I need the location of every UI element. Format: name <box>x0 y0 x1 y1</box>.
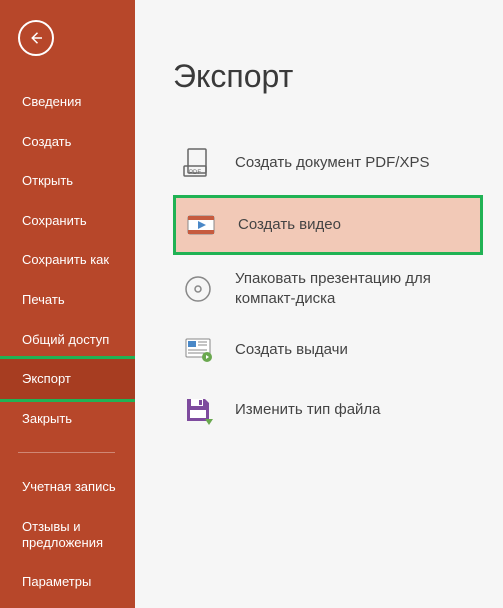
export-option-label: Упаковать презентацию для компакт-диска <box>235 269 475 308</box>
sidebar-item-label: Сохранить как <box>22 252 109 267</box>
sidebar-item-share[interactable]: Общий доступ <box>0 320 135 360</box>
export-option-label: Создать видео <box>238 215 341 235</box>
sidebar-item-close[interactable]: Закрыть <box>0 399 135 439</box>
cd-icon <box>181 272 215 306</box>
sidebar-item-open[interactable]: Открыть <box>0 161 135 201</box>
export-option-changefiletype[interactable]: Изменить тип файла <box>173 382 483 438</box>
export-option-video[interactable]: Создать видео <box>173 195 483 255</box>
sidebar-item-label: Отзывы и предложения <box>22 519 103 550</box>
export-panel: Экспорт PDF Создать документ PDF/XPS Соз… <box>135 0 503 608</box>
export-option-pdfxps[interactable]: PDF Создать документ PDF/XPS <box>173 135 483 191</box>
handouts-icon <box>181 333 215 367</box>
export-option-label: Создать документ PDF/XPS <box>235 153 430 173</box>
pdfxps-icon: PDF <box>181 146 215 180</box>
sidebar-item-account[interactable]: Учетная запись <box>0 467 135 507</box>
sidebar-item-save[interactable]: Сохранить <box>0 201 135 241</box>
sidebar-item-label: Закрыть <box>22 411 72 426</box>
sidebar-divider <box>18 452 115 453</box>
sidebar-item-label: Учетная запись <box>22 479 116 494</box>
save-icon <box>181 393 215 427</box>
back-arrow-icon <box>27 29 45 47</box>
sidebar-item-label: Создать <box>22 134 71 149</box>
back-button[interactable] <box>18 20 54 56</box>
export-option-handouts[interactable]: Создать выдачи <box>173 322 483 378</box>
export-option-cd[interactable]: Упаковать презентацию для компакт-диска <box>173 259 483 318</box>
sidebar-item-new[interactable]: Создать <box>0 122 135 162</box>
backstage-sidebar: Сведения Создать Открыть Сохранить Сохра… <box>0 0 135 608</box>
sidebar-item-info[interactable]: Сведения <box>0 82 135 122</box>
svg-text:PDF: PDF <box>189 170 201 176</box>
sidebar-item-label: Открыть <box>22 173 73 188</box>
export-option-label: Изменить тип файла <box>235 400 381 420</box>
sidebar-item-print[interactable]: Печать <box>0 280 135 320</box>
video-icon <box>184 208 218 242</box>
sidebar-item-saveas[interactable]: Сохранить как <box>0 240 135 280</box>
sidebar-item-label: Экспорт <box>22 371 71 386</box>
sidebar-item-export[interactable]: Экспорт <box>0 359 135 399</box>
page-title: Экспорт <box>173 58 483 95</box>
sidebar-item-label: Печать <box>22 292 65 307</box>
sidebar-item-label: Параметры <box>22 574 91 589</box>
sidebar-item-label: Сохранить <box>22 213 87 228</box>
sidebar-item-options[interactable]: Параметры <box>0 562 135 602</box>
sidebar-item-feedback[interactable]: Отзывы и предложения <box>0 507 135 562</box>
sidebar-item-label: Общий доступ <box>22 332 109 347</box>
sidebar-item-label: Сведения <box>22 94 81 109</box>
export-option-label: Создать выдачи <box>235 340 348 360</box>
